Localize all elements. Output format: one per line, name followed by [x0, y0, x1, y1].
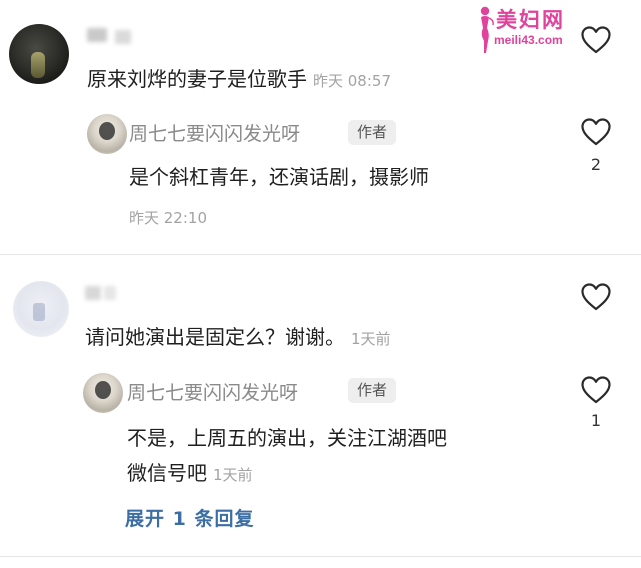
watermark-url: meili43.com [494, 33, 563, 47]
reply-username[interactable]: 周七七要闪闪发光呀 [129, 119, 300, 146]
commenter-name-blurred-2 [104, 286, 116, 300]
like-count: 1 [590, 411, 602, 430]
commenter-avatar[interactable] [13, 281, 69, 337]
reply-username[interactable]: 周七七要闪闪发光呀 [127, 378, 298, 405]
reply-text-line-1[interactable]: 不是，上周五的演出，关注江湖酒吧 [127, 422, 447, 451]
commenter-name-blurred[interactable] [85, 286, 101, 300]
heart-outline-icon[interactable] [581, 283, 611, 311]
author-badge: 作者 [348, 378, 397, 403]
comment-time: 昨天 08:57 [313, 72, 391, 90]
comment-text: 原来刘烨的妻子是位歌手 [87, 67, 307, 91]
site-watermark: 美妇网 meili43.com [474, 4, 590, 54]
comment-text: 请问她演出是固定么？谢谢。 [85, 325, 345, 349]
reply-time: 昨天 22:10 [129, 209, 207, 227]
comment-time: 1天前 [351, 330, 391, 348]
commenter-avatar[interactable] [9, 24, 69, 84]
reply-text-line-2: 微信号吧 [127, 461, 207, 485]
heart-outline-icon[interactable] [581, 376, 611, 404]
comment-divider [0, 254, 641, 255]
reply-text[interactable]: 是个斜杠青年，还演话剧，摄影师 [129, 161, 429, 190]
reply-time: 1天前 [213, 466, 253, 484]
comment-row-2[interactable]: 请问她演出是固定么？谢谢。 1天前 [85, 321, 391, 350]
reply-text-line-2-row[interactable]: 微信号吧 1天前 [127, 457, 253, 486]
author-avatar[interactable] [83, 373, 123, 413]
commenter-name-blurred[interactable] [87, 28, 107, 42]
watermark-title: 美妇网 [496, 7, 565, 32]
author-avatar[interactable] [87, 114, 127, 154]
comment-row-1[interactable]: 原来刘烨的妻子是位歌手 昨天 08:57 [87, 63, 391, 92]
comment-divider [0, 556, 641, 557]
like-count: 2 [590, 155, 602, 174]
heart-outline-icon[interactable] [581, 26, 611, 54]
heart-outline-icon[interactable] [581, 118, 611, 146]
author-badge: 作者 [348, 120, 397, 145]
woman-silhouette-logo [480, 6, 494, 53]
expand-replies-link[interactable]: 展开 1 条回复 [125, 504, 254, 531]
commenter-name-blurred-2 [115, 30, 131, 44]
